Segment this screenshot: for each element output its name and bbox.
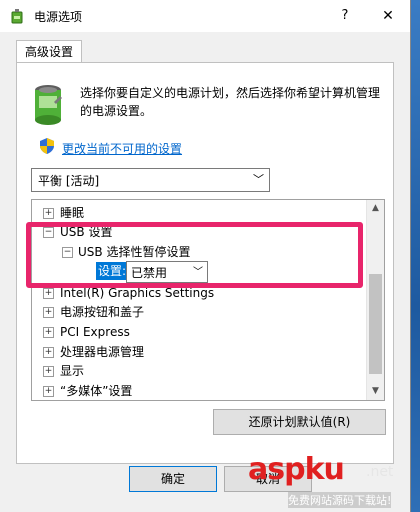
restore-defaults-button[interactable]: 还原计划默认值(R) bbox=[213, 409, 386, 435]
watermark-text: aspku bbox=[248, 452, 345, 487]
description-text: 选择你要自定义的电源计划，然后选择你希望计算机管理的电源设置。 bbox=[80, 86, 381, 118]
watermark-tagline: 免费网站源码下载站! bbox=[288, 492, 392, 508]
battery-icon bbox=[35, 85, 62, 125]
expand-icon[interactable]: + bbox=[43, 366, 54, 377]
tree-item-label: 电源按钮和盖子 bbox=[60, 305, 145, 319]
tree-item-label: 处理器电源管理 bbox=[60, 345, 145, 359]
change-unavailable-settings-link[interactable]: 更改当前不可用的设置 bbox=[62, 140, 182, 157]
chevron-down-icon: ﹀ bbox=[253, 173, 264, 186]
tree-item-label: “多媒体”设置 bbox=[60, 384, 133, 398]
uac-shield-icon bbox=[40, 138, 54, 154]
annotation-highlight-box bbox=[26, 222, 363, 288]
expand-icon[interactable]: + bbox=[43, 347, 54, 358]
close-button[interactable]: ✕ bbox=[366, 0, 410, 32]
scroll-up-icon[interactable]: ▲ bbox=[367, 200, 384, 217]
expand-icon[interactable]: + bbox=[43, 386, 54, 397]
window-title: 电源选项 bbox=[34, 10, 83, 24]
expand-icon[interactable]: + bbox=[43, 307, 54, 318]
scroll-thumb[interactable] bbox=[369, 274, 382, 374]
expand-icon[interactable]: + bbox=[43, 288, 54, 299]
ok-button[interactable]: 确定 bbox=[129, 466, 217, 492]
power-options-icon bbox=[11, 9, 23, 24]
scroll-down-icon[interactable]: ▼ bbox=[367, 383, 384, 400]
title-bar: 电源选项 ? ✕ bbox=[0, 0, 410, 32]
power-options-window: 电源选项 ? ✕ 高级设置 选择你要自定义的电源计划，然后选择你希望计算机管理的… bbox=[0, 0, 411, 512]
tab-advanced-settings[interactable]: 高级设置 bbox=[16, 40, 82, 63]
tree-item-label: PCI Express bbox=[60, 325, 130, 339]
watermark-logo: aspku .net 免费网站源码下载站! bbox=[248, 452, 418, 512]
expand-icon[interactable]: + bbox=[43, 208, 54, 219]
expand-icon[interactable]: + bbox=[43, 327, 54, 338]
help-button[interactable]: ? bbox=[330, 0, 360, 32]
tree-item-label: 睡眠 bbox=[60, 206, 85, 220]
watermark-domain: .net bbox=[366, 464, 394, 480]
vertical-scrollbar[interactable]: ▲ ▼ bbox=[366, 200, 384, 400]
power-plan-value: 平衡 [活动] bbox=[38, 174, 100, 188]
tree-item-label: 显示 bbox=[60, 364, 85, 378]
power-plan-select[interactable]: 平衡 [活动] ﹀ bbox=[31, 168, 270, 192]
